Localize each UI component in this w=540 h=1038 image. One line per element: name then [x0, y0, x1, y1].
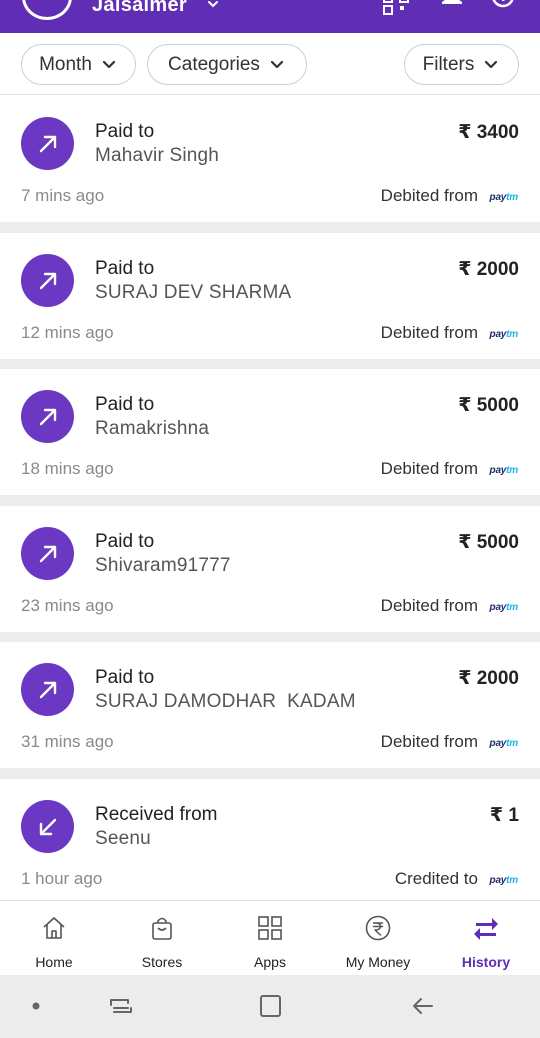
phonepe-history-screen: Jaisalmer Month Categories Filters Paid …	[0, 0, 540, 1038]
transaction-time: 23 mins ago	[21, 596, 114, 615]
transaction-item[interactable]: Paid to SURAJ DAMODHAR KADAM ₹ 2000 31 m…	[0, 642, 540, 768]
transaction-type: Received from	[95, 804, 218, 825]
arrow-up-right-icon	[21, 390, 74, 443]
arrow-up-right-icon	[21, 254, 74, 307]
chip-label: Filters	[422, 53, 475, 75]
chevron-down-icon	[485, 60, 498, 68]
transaction-amount: ₹ 3400	[458, 122, 519, 143]
transaction-type: Paid to	[95, 531, 155, 552]
arrow-up-right-icon	[21, 527, 74, 580]
transaction-time: 7 mins ago	[21, 186, 105, 205]
filters-chip[interactable]: Filters	[404, 44, 519, 85]
nav-label: History	[461, 954, 511, 970]
transaction-type: Paid to	[95, 667, 155, 688]
transaction-source-label: Debited from	[380, 323, 478, 342]
transaction-source-label: Debited from	[380, 732, 478, 751]
paytm-logo: paytm	[489, 329, 519, 340]
chip-label: Month	[39, 53, 92, 75]
nav-label: Apps	[254, 954, 286, 970]
nav-item-my-money[interactable]: My Money	[324, 901, 432, 976]
apps-grid-icon	[258, 916, 282, 940]
paytm-logo: paytm	[489, 192, 519, 203]
help-icon[interactable]	[489, 0, 517, 16]
transaction-source-label: Credited to	[394, 869, 478, 888]
chip-label: Categories	[168, 53, 260, 75]
transaction-party: Mahavir Singh	[95, 145, 220, 166]
app-header: Jaisalmer	[0, 0, 540, 33]
transaction-amount: ₹ 2000	[458, 259, 519, 280]
transaction-item[interactable]: Paid to Ramakrishna ₹ 5000 18 mins ago D…	[0, 369, 540, 495]
system-navigation-bar	[0, 975, 540, 1038]
transaction-item[interactable]: Paid to Shivaram91777 ₹ 5000 23 mins ago…	[0, 506, 540, 632]
back-arrow-icon[interactable]	[408, 991, 438, 1021]
transaction-item[interactable]: Paid to Mahavir Singh ₹ 3400 7 mins ago …	[0, 96, 540, 222]
transaction-amount: ₹ 2000	[458, 668, 519, 689]
transaction-type: Paid to	[95, 394, 155, 415]
arrow-down-left-icon	[21, 800, 74, 853]
nav-label: Stores	[141, 954, 183, 970]
categories-filter-chip[interactable]: Categories	[147, 44, 307, 85]
nav-label: Home	[35, 954, 73, 970]
arrow-up-right-icon	[21, 663, 74, 716]
dot-indicator-icon	[32, 1002, 40, 1010]
transaction-source-label: Debited from	[380, 459, 478, 478]
notification-bell-icon[interactable]	[438, 0, 466, 16]
chevron-down-icon	[102, 60, 116, 68]
paytm-logo: paytm	[489, 875, 519, 886]
transaction-party: Shivaram91777	[95, 555, 231, 576]
shopping-bag-icon	[152, 917, 172, 940]
swap-arrows-icon	[474, 918, 498, 940]
transaction-party: Ramakrishna	[95, 418, 210, 439]
transaction-time: 1 hour ago	[21, 869, 103, 888]
paytm-logo: paytm	[489, 465, 519, 476]
transaction-item[interactable]: Received from Seenu ₹ 1 1 hour ago Credi…	[0, 779, 540, 900]
transaction-item[interactable]: Paid to SURAJ DEV SHARMA ₹ 2000 12 mins …	[0, 233, 540, 359]
nav-item-apps[interactable]: Apps	[216, 901, 324, 976]
transaction-party: SURAJ DEV SHARMA	[95, 282, 292, 303]
transaction-amount: ₹ 1	[489, 805, 519, 826]
transaction-source-label: Debited from	[380, 186, 478, 205]
transaction-time: 12 mins ago	[21, 323, 114, 342]
bottom-navigation: Home Stores Apps My Money History	[0, 900, 540, 975]
recent-apps-icon[interactable]	[106, 991, 136, 1021]
transaction-party: Seenu	[95, 828, 151, 849]
rupee-icon	[365, 915, 391, 941]
profile-avatar[interactable]	[22, 0, 72, 20]
nav-item-history[interactable]: History	[432, 901, 540, 976]
arrow-up-right-icon	[21, 117, 74, 170]
transaction-type: Paid to	[95, 258, 155, 279]
location-label[interactable]: Jaisalmer	[92, 0, 187, 17]
transaction-time: 31 mins ago	[21, 732, 114, 751]
nav-label: My Money	[345, 954, 411, 970]
nav-item-home[interactable]: Home	[0, 901, 108, 976]
month-filter-chip[interactable]: Month	[21, 44, 136, 85]
chevron-down-icon	[270, 60, 284, 68]
paytm-logo: paytm	[489, 738, 519, 749]
transaction-type: Paid to	[95, 121, 155, 142]
filter-bar: Month Categories Filters	[0, 33, 540, 95]
nav-item-stores[interactable]: Stores	[108, 901, 216, 976]
transaction-amount: ₹ 5000	[458, 395, 519, 416]
transaction-amount: ₹ 5000	[458, 532, 519, 553]
qr-code-icon[interactable]	[382, 0, 410, 16]
transaction-party: SURAJ DAMODHAR KADAM	[95, 691, 356, 712]
transaction-list: Paid to Mahavir Singh ₹ 3400 7 mins ago …	[0, 96, 540, 900]
paytm-logo: paytm	[489, 602, 519, 613]
transaction-time: 18 mins ago	[21, 459, 114, 478]
chevron-down-icon[interactable]	[206, 0, 220, 12]
home-icon	[43, 917, 65, 939]
home-button-icon[interactable]	[255, 991, 285, 1021]
transaction-source-label: Debited from	[380, 596, 478, 615]
